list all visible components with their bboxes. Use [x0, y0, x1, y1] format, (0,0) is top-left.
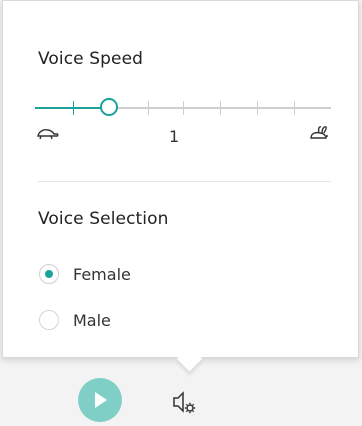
- voice-speed-slider[interactable]: [35, 89, 331, 129]
- rabbit-icon: [310, 126, 328, 139]
- radio-option-female[interactable]: Female: [39, 264, 131, 284]
- turtle-icon: [37, 129, 59, 140]
- radio-label-male: Male: [73, 310, 111, 330]
- voice-settings-popover: Voice Speed 1 Voice Selection Female Mal…: [2, 0, 359, 358]
- play-button[interactable]: [78, 378, 122, 422]
- section-divider: [38, 181, 331, 182]
- slider-track-fill: [35, 107, 109, 109]
- radio-option-male[interactable]: Male: [39, 310, 111, 330]
- play-icon: [95, 392, 107, 408]
- slider-tick: [257, 101, 258, 115]
- slider-tick: [73, 101, 74, 115]
- slider-tick: [220, 101, 221, 115]
- slider-thumb[interactable]: [100, 98, 118, 116]
- voice-speed-title: Voice Speed: [38, 49, 144, 69]
- radio-button-male[interactable]: [39, 310, 59, 330]
- radio-button-female[interactable]: [39, 264, 59, 284]
- voice-selection-title: Voice Selection: [38, 209, 169, 229]
- slider-tick: [148, 101, 149, 115]
- voice-speed-value: 1: [169, 127, 180, 146]
- radio-label-female: Female: [73, 264, 131, 284]
- voice-settings-icon[interactable]: [170, 388, 198, 416]
- slider-tick: [294, 101, 295, 115]
- slider-tick: [183, 101, 184, 115]
